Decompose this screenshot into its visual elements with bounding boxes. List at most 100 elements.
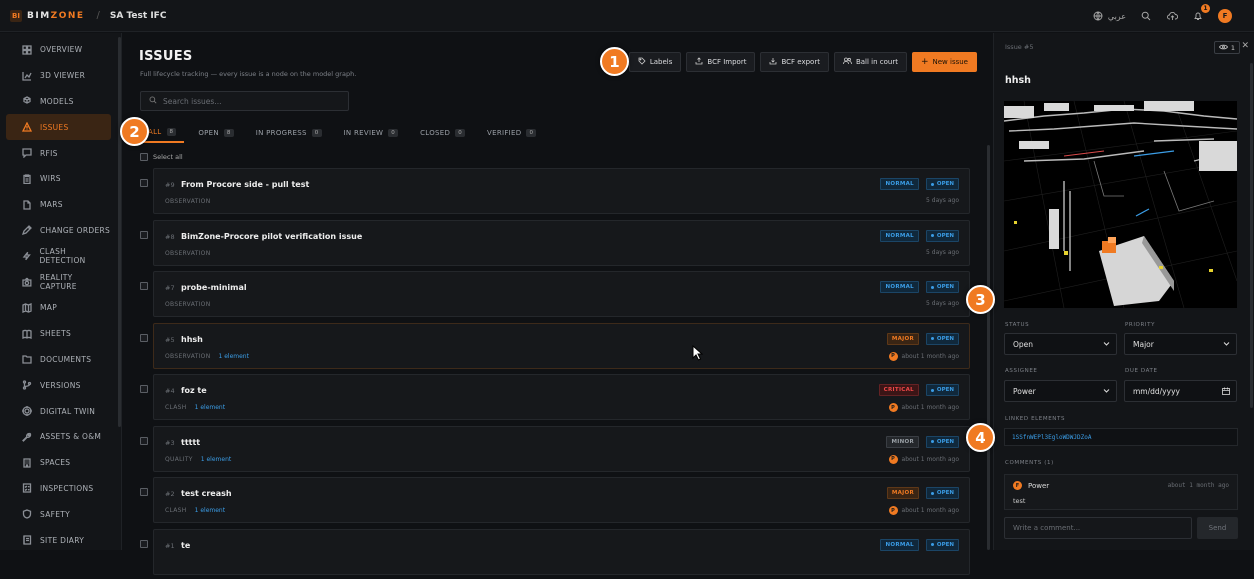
sidebar-item-rfis[interactable]: RFIS <box>6 140 111 166</box>
comment-text: test <box>1013 497 1025 505</box>
sidebar-item-versions[interactable]: VERSIONS <box>6 372 111 398</box>
list-scrollbar[interactable] <box>987 145 990 550</box>
sidebar-item-clash-detection[interactable]: CLASH DETECTION <box>6 243 111 269</box>
issue-card[interactable]: #4foz teCLASH1 elementCRITICALOPENPabout… <box>153 374 970 420</box>
status-badge: OPEN <box>926 436 959 448</box>
sidebar-item-sheets[interactable]: SHEETS <box>6 321 111 347</box>
status-tabs: ALL8OPEN8IN PROGRESS0IN REVIEW0CLOSED0VE… <box>140 123 550 143</box>
select-all-checkbox[interactable] <box>140 153 148 161</box>
issue-card[interactable]: #8BimZone-Procore pilot verification iss… <box>153 220 970 266</box>
bcf-import-button[interactable]: BCF Import <box>686 52 755 72</box>
sidebar-item-change-orders[interactable]: CHANGE ORDERS <box>6 218 111 244</box>
sidebar-item-assets-o-m[interactable]: ASSETS & O&M <box>6 424 111 450</box>
user-avatar[interactable]: F <box>1218 9 1232 23</box>
row-checkbox[interactable] <box>140 488 148 496</box>
chart-icon <box>22 71 32 81</box>
sidebar-item-reality-capture[interactable]: REALITY CAPTURE <box>6 269 111 295</box>
sidebar-item-issues[interactable]: ISSUES <box>6 114 111 140</box>
issue-card[interactable]: #3tttttQUALITY1 elementMINOROPENPabout 1… <box>153 426 970 472</box>
linked-elements-link[interactable]: 1 element <box>218 353 248 360</box>
callout-2: 2 <box>120 117 149 146</box>
sidebar-item-label: DIGITAL TWIN <box>40 407 95 416</box>
issue-row: #2test creashCLASH1 elementMAJOROPENPabo… <box>134 476 974 528</box>
due-date-label: DUE DATE <box>1125 368 1158 374</box>
sidebar-item-site-diary[interactable]: SITE DIARY <box>6 527 111 553</box>
row-checkbox[interactable] <box>140 282 148 290</box>
callout-1: 1 <box>600 47 629 76</box>
sidebar-item-3d-viewer[interactable]: 3D VIEWER <box>6 63 111 89</box>
issues-main: ISSUES Full lifecycle tracking — every i… <box>124 33 992 550</box>
panel-header: Issue #5 <box>1005 43 1033 51</box>
search-input[interactable] <box>163 97 333 106</box>
edit-icon <box>22 225 32 235</box>
row-checkbox[interactable] <box>140 334 148 342</box>
book-icon <box>22 329 32 339</box>
calendar-icon[interactable] <box>1222 387 1230 397</box>
chevron-down-icon <box>1223 340 1230 349</box>
comment-input[interactable] <box>1004 517 1192 539</box>
issue-card[interactable]: #9From Procore side - pull testOBSERVATI… <box>153 168 970 214</box>
model-preview[interactable] <box>1004 101 1237 308</box>
sidebar-item-safety[interactable]: SAFETY <box>6 501 111 527</box>
sidebar-item-label: REALITY CAPTURE <box>40 273 111 291</box>
status-badge: OPEN <box>926 333 959 345</box>
issue-card[interactable]: #1teNORMALOPEN <box>153 529 970 575</box>
sidebar-scrollbar[interactable] <box>118 37 121 427</box>
priority-badge: MAJOR <box>887 333 919 345</box>
new-issue-button[interactable]: +New issue <box>912 52 977 72</box>
mouse-cursor-icon <box>692 345 704 364</box>
ball-in-court-button[interactable]: Ball in court <box>834 52 907 72</box>
sidebar-item-digital-twin[interactable]: DIGITAL TWIN <box>6 398 111 424</box>
watchers-button[interactable]: 1 <box>1214 41 1240 54</box>
brand-logo[interactable]: BI BIMZONE <box>10 10 85 22</box>
row-checkbox[interactable] <box>140 540 148 548</box>
tab-in-progress[interactable]: IN PROGRESS0 <box>248 123 330 143</box>
tab-label: CLOSED <box>420 129 450 137</box>
grid-icon <box>22 45 32 55</box>
panel-scrollbar[interactable] <box>1250 63 1253 408</box>
tab-in-review[interactable]: IN REVIEW0 <box>336 123 407 143</box>
assignee-select[interactable]: Power <box>1004 380 1117 402</box>
tab-closed[interactable]: CLOSED0 <box>412 123 473 143</box>
linked-elements-link[interactable]: 1 element <box>195 507 225 514</box>
creator-avatar: P <box>889 506 898 515</box>
labels-button[interactable]: Labels <box>629 52 682 72</box>
model-preview-graphic <box>1004 101 1237 308</box>
sidebar-item-documents[interactable]: DOCUMENTS <box>6 347 111 373</box>
sidebar-item-overview[interactable]: OVERVIEW <box>6 37 111 63</box>
row-checkbox[interactable] <box>140 437 148 445</box>
sidebar-item-mars[interactable]: MARS <box>6 192 111 218</box>
project-name[interactable]: SA Test IFC <box>110 11 167 21</box>
sidebar-item-spaces[interactable]: SPACES <box>6 450 111 476</box>
search-icon[interactable] <box>1140 10 1152 22</box>
sidebar-item-inspections[interactable]: INSPECTIONS <box>6 476 111 502</box>
bell-icon[interactable]: 1 <box>1192 10 1204 22</box>
checklist-icon <box>22 483 32 493</box>
linked-element-id[interactable]: 1SSfnWEPl3EgloWDWJDZoA <box>1004 428 1238 446</box>
close-icon[interactable]: ✕ <box>1241 41 1249 51</box>
status-select[interactable]: Open <box>1004 333 1117 355</box>
sidebar-item-map[interactable]: MAP <box>6 295 111 321</box>
priority-select[interactable]: Major <box>1124 333 1237 355</box>
send-button[interactable]: Send <box>1197 517 1238 539</box>
linked-elements-link[interactable]: 1 element <box>201 456 231 463</box>
sidebar-item-models[interactable]: MODELS <box>6 89 111 115</box>
linked-elements-link[interactable]: 1 element <box>195 404 225 411</box>
issue-title: hhsh <box>181 335 203 344</box>
issue-type: QUALITY1 element <box>165 456 231 463</box>
cloud-upload-icon[interactable] <box>1166 10 1178 22</box>
select-all[interactable]: Select all <box>140 153 183 161</box>
issue-card[interactable]: #7probe-minimalOBSERVATIONNORMALOPEN5 da… <box>153 271 970 317</box>
language-switch[interactable]: عربي <box>1092 10 1126 22</box>
issue-card[interactable]: #5hhshOBSERVATION1 elementMAJOROPENPabou… <box>153 323 970 369</box>
due-date-input[interactable]: mm/dd/yyyy <box>1124 380 1237 402</box>
row-checkbox[interactable] <box>140 179 148 187</box>
sidebar-item-wirs[interactable]: WIRS <box>6 166 111 192</box>
row-checkbox[interactable] <box>140 231 148 239</box>
bcf-export-button[interactable]: BCF export <box>760 52 829 72</box>
tab-label: VERIFIED <box>487 129 521 137</box>
issue-card[interactable]: #2test creashCLASH1 elementMAJOROPENPabo… <box>153 477 970 523</box>
tab-verified[interactable]: VERIFIED0 <box>479 123 544 143</box>
row-checkbox[interactable] <box>140 385 148 393</box>
tab-open[interactable]: OPEN8 <box>190 123 241 143</box>
